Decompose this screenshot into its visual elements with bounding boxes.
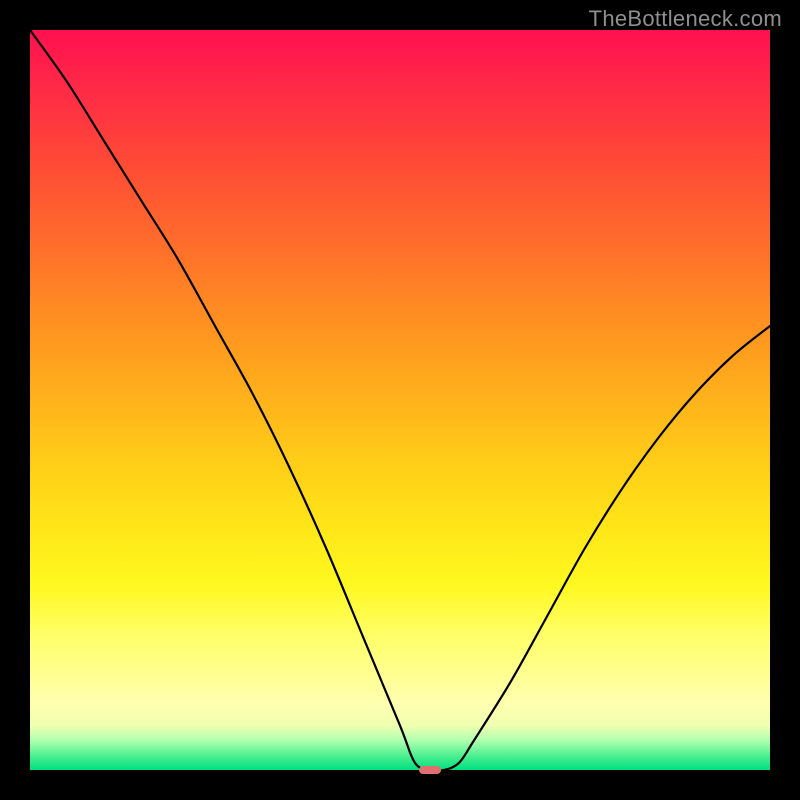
watermark-text: TheBottleneck.com [589,6,782,32]
optimal-point-marker [419,766,441,775]
plot-area [30,30,770,770]
chart-container: TheBottleneck.com [0,0,800,800]
bottleneck-curve [30,30,770,770]
